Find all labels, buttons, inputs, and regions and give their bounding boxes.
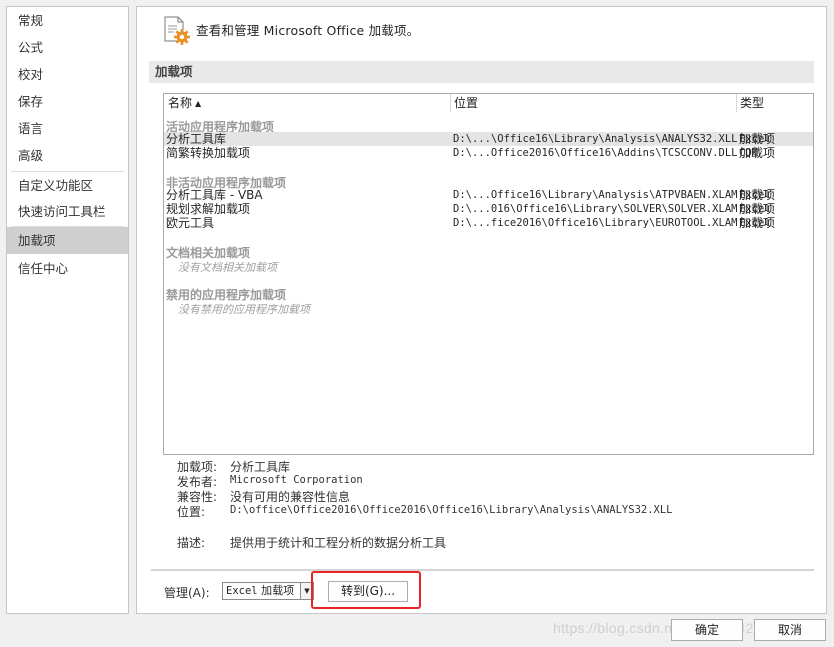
options-nav-sidebar: 常规 公式 校对 保存 语言 高级 自定义功能区 快速访问工具栏 加载项 信任中…: [6, 6, 129, 614]
addin-type-label: 加载项: [739, 132, 776, 146]
nav-item-quick-access-toolbar[interactable]: 快速访问工具栏: [7, 198, 128, 225]
nav-item-addins[interactable]: 加载项: [7, 227, 128, 254]
detail-location-value: D:\office\Office2016\Office2016\Office16…: [230, 504, 673, 516]
manage-selected-label: 加载项: [261, 584, 295, 597]
addin-row[interactable]: 简繁转换加载项 D:\...Office2016\Office16\Addins…: [164, 146, 813, 160]
addin-name: 分析工具库: [166, 132, 227, 146]
detail-publisher-value: Microsoft Corporation: [230, 474, 363, 486]
addin-type-label: 加载项: [739, 216, 776, 230]
addin-row[interactable]: 欧元工具 D:\...fice2016\Office16\Library\EUR…: [164, 216, 813, 230]
addin-name: 简繁转换加载项: [166, 146, 251, 160]
empty-disabled-addins: 没有禁用的应用程序加载项: [178, 303, 310, 316]
cancel-button[interactable]: 取消: [754, 619, 826, 641]
header-description: 查看和管理 Microsoft Office 加载项。: [196, 23, 420, 38]
nav-item-advanced[interactable]: 高级: [7, 142, 128, 169]
addin-location: D:\...\Office16\Library\Analysis\ANALYS3…: [453, 133, 738, 145]
detail-addin-value: 分析工具库: [230, 460, 291, 474]
addin-gear-icon: [164, 16, 190, 45]
manage-label: 管理(A):: [164, 586, 210, 600]
detail-desc-value: 提供用于统计和工程分析的数据分析工具: [230, 536, 447, 550]
column-divider: [736, 94, 737, 112]
addin-type-label: 加载项: [739, 146, 776, 160]
addin-row[interactable]: 分析工具库 - VBA D:\...Office16\Library\Analy…: [164, 188, 813, 202]
section-title: 加载项: [149, 61, 814, 83]
detail-compat-value: 没有可用的兼容性信息: [230, 490, 351, 504]
goto-button[interactable]: 转到(G)...: [328, 581, 408, 602]
nav-item-customize-ribbon[interactable]: 自定义功能区: [7, 172, 128, 199]
nav-item-formulas[interactable]: 公式: [7, 34, 128, 61]
addin-type-label: 加载项: [739, 188, 776, 202]
sort-ascending-icon: ▲: [195, 99, 202, 108]
addin-name: 欧元工具: [166, 216, 215, 230]
addin-row[interactable]: 规划求解加载项 D:\...016\Office16\Library\SOLVE…: [164, 202, 813, 216]
addin-location: D:\...Office2016\Office16\Addins\TCSCCON…: [453, 147, 738, 159]
nav-item-general[interactable]: 常规: [7, 7, 128, 34]
chevron-down-icon[interactable]: ▼: [300, 583, 313, 599]
nav-item-language[interactable]: 语言: [7, 115, 128, 142]
addin-name: 规划求解加载项: [166, 202, 251, 216]
addins-list[interactable]: 名称 ▲ 位置 类型 活动应用程序加载项 分析工具库 D:\...\Office1…: [163, 93, 814, 455]
addin-location: D:\...Office16\Library\Analysis\ATPVBAEN…: [453, 189, 738, 201]
addin-location: D:\...fice2016\Office16\Library\EUROTOOL…: [453, 217, 738, 229]
addin-name: 分析工具库 - VBA: [166, 188, 263, 202]
column-header-type[interactable]: 类型: [740, 94, 764, 112]
nav-item-trust-center[interactable]: 信任中心: [7, 255, 128, 282]
divider: [151, 569, 814, 571]
column-divider: [450, 94, 451, 112]
manage-dropdown[interactable]: Excel 加载项 ▼: [222, 582, 314, 600]
nav-item-save[interactable]: 保存: [7, 88, 128, 115]
addins-panel: 查看和管理 Microsoft Office 加载项。 加载项 名称 ▲ 位置 类…: [136, 6, 827, 614]
column-header-name[interactable]: 名称 ▲: [168, 94, 201, 112]
addin-location: D:\...016\Office16\Library\SOLVER\SOLVER…: [453, 203, 738, 215]
ok-button[interactable]: 确定: [671, 619, 743, 641]
column-name-label: 名称: [168, 96, 193, 110]
detail-location-label: 位置:: [177, 505, 206, 519]
column-header-location[interactable]: 位置: [454, 94, 478, 112]
nav-item-proofing[interactable]: 校对: [7, 61, 128, 88]
addin-row[interactable]: 分析工具库 D:\...\Office16\Library\Analysis\A…: [164, 132, 813, 146]
addin-type-label: 加载项: [739, 202, 776, 216]
detail-desc-label: 描述:: [177, 536, 206, 550]
manage-selected-code: Excel: [226, 585, 258, 597]
empty-document-addins: 没有文档相关加载项: [178, 261, 277, 274]
